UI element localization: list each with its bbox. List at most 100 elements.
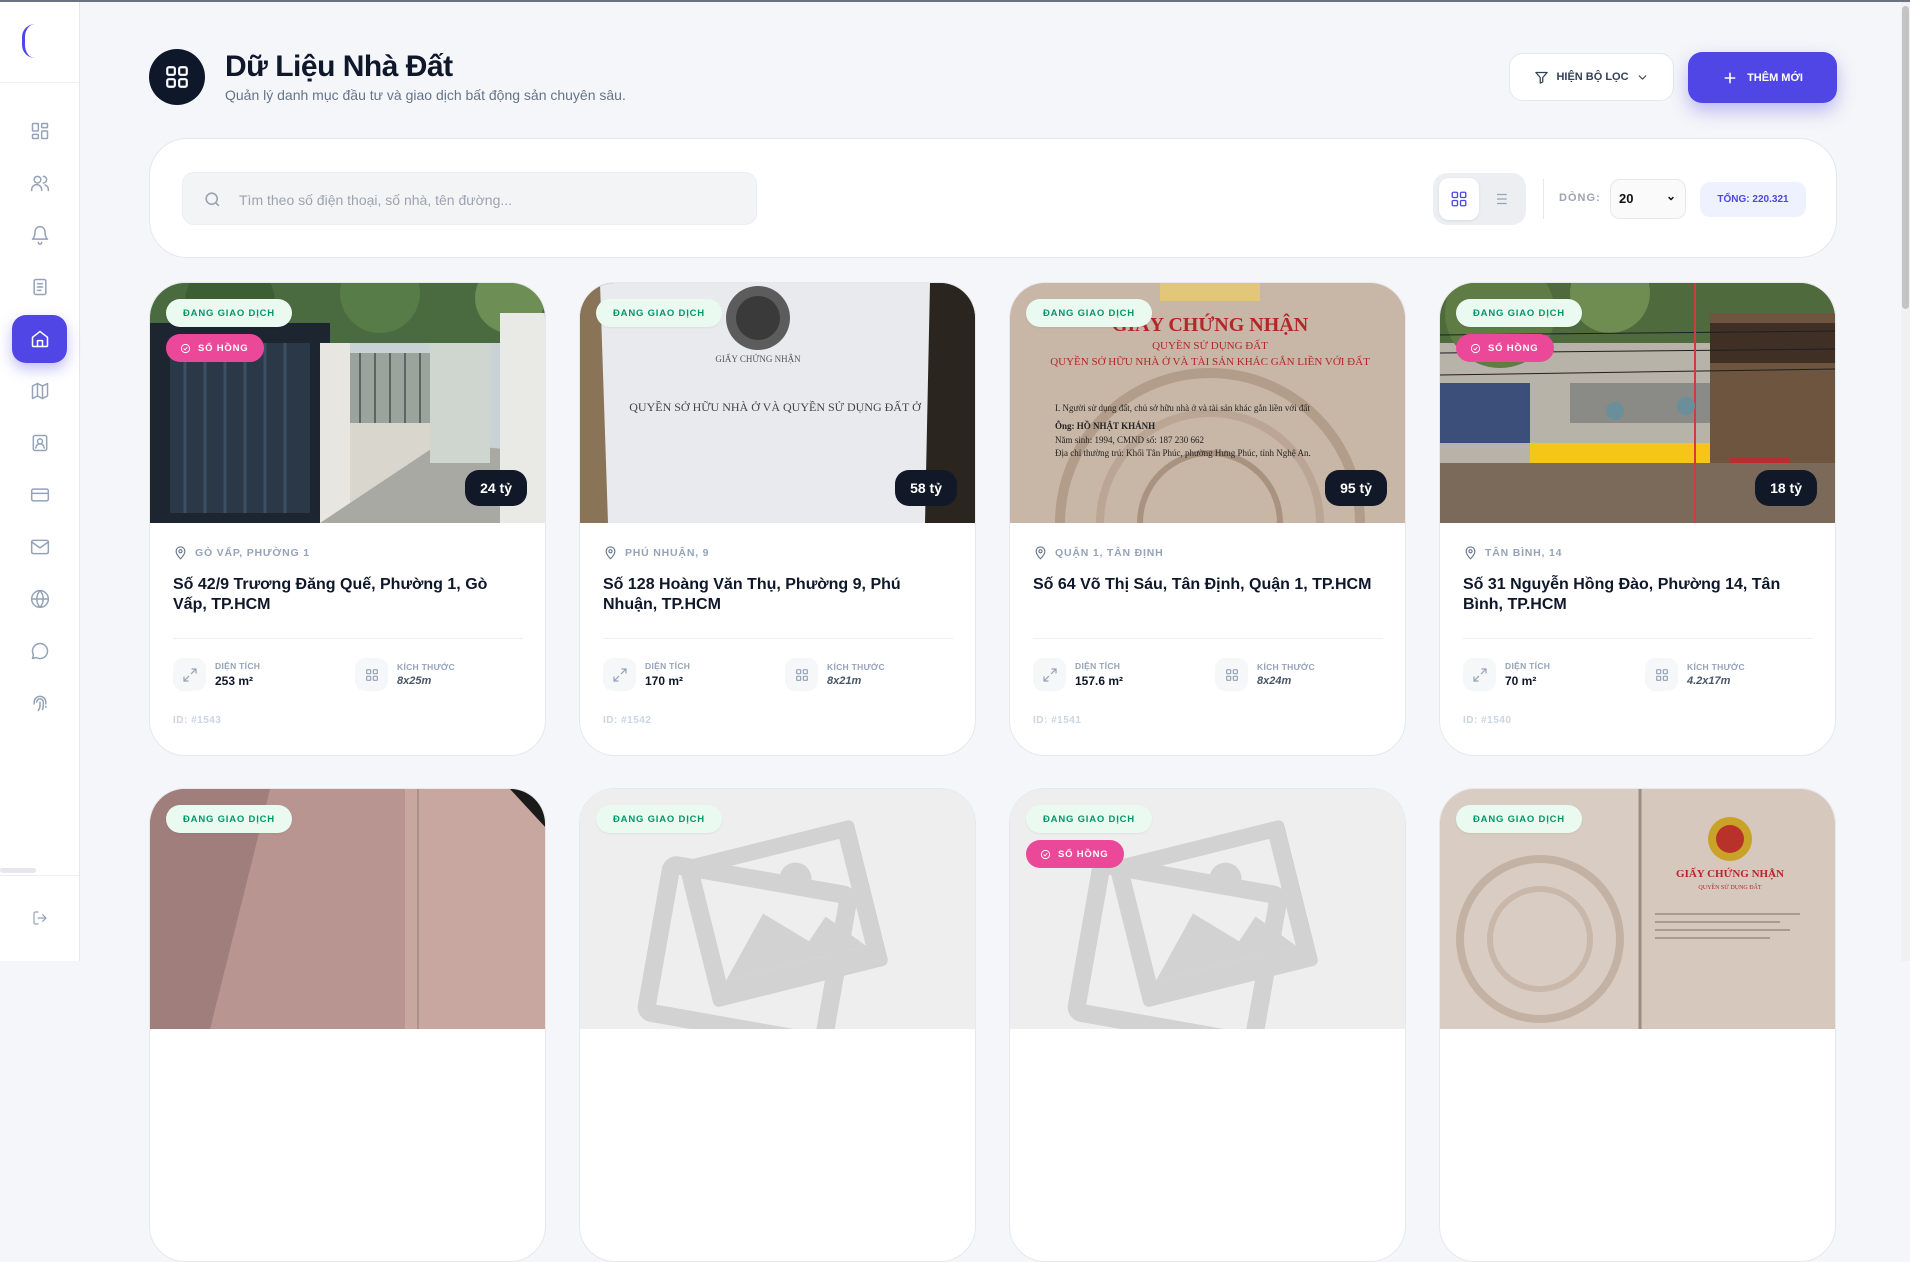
location: PHÚ NHUẬN, 9 bbox=[603, 545, 709, 560]
plus-icon bbox=[1724, 72, 1736, 83]
grid-view-icon bbox=[1451, 191, 1467, 207]
size-label: KÍCH THƯỚC bbox=[397, 662, 455, 672]
area-label: DIỆN TÍCH bbox=[1075, 661, 1121, 671]
property-card[interactable]: ĐANG GIAO DỊCH bbox=[579, 788, 976, 1262]
property-id: ID: #1543 bbox=[173, 715, 222, 726]
expand-icon bbox=[603, 658, 636, 691]
sidebar-item-chat[interactable] bbox=[12, 627, 67, 675]
rows-per-page-value: 20 bbox=[1619, 191, 1634, 206]
expand-icon bbox=[1463, 658, 1496, 691]
size-spec: KÍCH THƯỚC 8x25m bbox=[355, 658, 455, 691]
sidebar-item-map[interactable] bbox=[12, 367, 67, 415]
check-circle-icon bbox=[1040, 849, 1051, 859]
search-input[interactable] bbox=[237, 173, 741, 226]
sidebar-item-properties[interactable] bbox=[12, 315, 67, 363]
page-title: Dữ Liệu Nhà Đất bbox=[225, 50, 453, 83]
size-value: 8x24m bbox=[1257, 675, 1292, 687]
home-icon bbox=[31, 330, 48, 348]
size-spec: KÍCH THƯỚC 8x24m bbox=[1215, 658, 1315, 691]
sidebar-item-users[interactable] bbox=[12, 159, 67, 207]
sidebar-item-web[interactable] bbox=[12, 575, 67, 623]
sidebar-item-contacts[interactable] bbox=[12, 419, 67, 467]
size-value: 8x25m bbox=[397, 675, 432, 687]
sidebar-scrollbar[interactable] bbox=[0, 868, 36, 873]
sidebar bbox=[0, 2, 80, 961]
property-card[interactable]: GIẤY CHỨNG NHẬN QUYỀN SỬ DỤNG ĐẤT QUYỀN … bbox=[1009, 282, 1406, 756]
grid-icon bbox=[166, 66, 188, 88]
check-circle-icon bbox=[1470, 343, 1481, 353]
property-id: ID: #1541 bbox=[1033, 715, 1082, 726]
search-box bbox=[182, 172, 757, 226]
location: QUẬN 1, TÂN ĐỊNH bbox=[1033, 545, 1163, 560]
property-card[interactable]: GIẤY CHỨNG NHẬN QUYỀN SỬ DỤNG ĐẤT ĐANG G… bbox=[1439, 788, 1836, 1262]
svg-text:Năm sinh: 1994, CMND số:: Năm sinh: 1994, CMND số: 187 230 662 bbox=[1055, 435, 1204, 445]
size-value: 8x21m bbox=[827, 675, 862, 687]
logo[interactable] bbox=[22, 24, 35, 58]
list-view-icon bbox=[1493, 193, 1507, 205]
location-label: GÒ VẤP, PHƯỜNG 1 bbox=[195, 546, 310, 559]
property-address[interactable]: Số 128 Hoàng Văn Thụ, Phường 9, Phú Nhuậ… bbox=[603, 575, 953, 615]
sidebar-item-payments[interactable] bbox=[12, 471, 67, 519]
property-address[interactable]: Số 64 Võ Thị Sáu, Tân Định, Quận 1, TP.H… bbox=[1033, 575, 1383, 595]
property-card[interactable]: ĐANG GIAO DỊCH bbox=[149, 788, 546, 1262]
sidebar-item-notifications[interactable] bbox=[12, 211, 67, 259]
search-icon bbox=[205, 192, 220, 207]
location: GÒ VẤP, PHƯỜNG 1 bbox=[173, 545, 310, 560]
add-new-button[interactable]: THÊM MỚI bbox=[1688, 52, 1837, 103]
property-address[interactable]: Số 31 Nguyễn Hồng Đào, Phường 14, Tân Bì… bbox=[1463, 575, 1813, 615]
grid-icon bbox=[1645, 658, 1678, 691]
chevron-down-icon bbox=[1638, 74, 1646, 80]
svg-text:I. Người sử dụng đất, chủ sở h: I. Người sử dụng đất, chủ sở hữu nhà ở v… bbox=[1055, 403, 1310, 413]
toolbar-divider bbox=[1543, 179, 1544, 219]
expand-icon bbox=[173, 658, 206, 691]
size-label: KÍCH THƯỚC bbox=[1257, 662, 1315, 672]
area-spec: DIỆN TÍCH 157.6 m² bbox=[1033, 658, 1123, 691]
sidebar-divider bbox=[0, 82, 79, 83]
property-address[interactable]: Số 42/9 Trương Đăng Quế, Phường 1, Gò Vấ… bbox=[173, 575, 523, 615]
property-card[interactable]: GIẤY CHỨNG NHẬN QUYỀN SỞ HỮU NHÀ Ở VÀ QU… bbox=[579, 282, 976, 756]
property-card[interactable]: ĐANG GIAO DỊCH SỔ HỒNG 24 tỷ GÒ VẤP, PHƯ… bbox=[149, 282, 546, 756]
filter-icon bbox=[1535, 71, 1549, 84]
check-circle-icon bbox=[180, 343, 191, 353]
area-value: 170 m² bbox=[645, 674, 684, 688]
sidebar-item-security[interactable] bbox=[12, 679, 67, 727]
property-card[interactable]: ĐANG GIAO DỊCH SỔ HỒNG 18 tỷ TÂN BÌNH, 1… bbox=[1439, 282, 1836, 756]
pink-book-badge: SỔ HỒNG bbox=[1456, 334, 1555, 362]
window-top-border bbox=[0, 0, 1910, 2]
status-badge: ĐANG GIAO DỊCH bbox=[1456, 805, 1582, 833]
map-pin-icon bbox=[605, 546, 616, 560]
svg-text:Ông: HỒ NHẬT KHÁNH: Ông: HỒ NHẬT KHÁNH bbox=[1055, 421, 1155, 431]
svg-text:QUYỀN SỞ HỮU NHÀ Ở VÀ QUYỀN SỬ: QUYỀN SỞ HỮU NHÀ Ở VÀ QUYỀN SỬ DỤNG ĐẤT … bbox=[629, 399, 922, 414]
page-scrollbar-thumb[interactable] bbox=[1902, 6, 1909, 309]
grid-view-button[interactable] bbox=[1439, 178, 1479, 220]
rows-per-page-select[interactable]: 20 ⌄ bbox=[1610, 179, 1686, 219]
card-divider bbox=[173, 638, 523, 639]
logout-button[interactable] bbox=[12, 894, 67, 942]
property-id: ID: #1540 bbox=[1463, 715, 1512, 726]
status-badge: ĐANG GIAO DỊCH bbox=[1456, 299, 1582, 327]
sidebar-item-mail[interactable] bbox=[12, 523, 67, 571]
grid-icon bbox=[1215, 658, 1248, 691]
area-label: DIỆN TÍCH bbox=[215, 661, 261, 671]
property-card[interactable]: ĐANG GIAO DỊCH SỔ HỒNG bbox=[1009, 788, 1406, 1262]
area-label: DIỆN TÍCH bbox=[1505, 661, 1551, 671]
size-label: KÍCH THƯỚC bbox=[827, 662, 885, 672]
svg-text:QUYỀN SỞ HỮU NHÀ Ở VÀ TÀI SẢN: QUYỀN SỞ HỮU NHÀ Ở VÀ TÀI SẢN KHÁC GẮN L… bbox=[1050, 355, 1370, 368]
status-badge: ĐANG GIAO DỊCH bbox=[166, 805, 292, 833]
page-scrollbar[interactable] bbox=[1901, 2, 1910, 961]
sidebar-item-documents[interactable] bbox=[12, 263, 67, 311]
svg-text:GIẤY CHỨNG NHẬN: GIẤY CHỨNG NHẬN bbox=[715, 354, 801, 364]
pink-book-badge: SỔ HỒNG bbox=[166, 334, 265, 362]
show-filter-label: HIỆN BỘ LỌC bbox=[1556, 71, 1629, 83]
total-count-badge: TỔNG: 220.321 bbox=[1700, 182, 1806, 217]
sidebar-item-dashboard[interactable] bbox=[12, 107, 67, 155]
area-label: DIỆN TÍCH bbox=[645, 661, 691, 671]
location-label: QUẬN 1, TÂN ĐỊNH bbox=[1055, 546, 1164, 559]
status-badge: ĐANG GIAO DỊCH bbox=[1026, 299, 1152, 327]
grid-icon bbox=[355, 658, 388, 691]
price-tag: 95 tỷ bbox=[1325, 470, 1387, 506]
show-filter-button[interactable]: HIỆN BỘ LỌC bbox=[1509, 53, 1674, 101]
expand-icon bbox=[1033, 658, 1066, 691]
list-view-button[interactable] bbox=[1480, 178, 1520, 220]
pink-book-label: SỔ HỒNG bbox=[198, 342, 249, 354]
